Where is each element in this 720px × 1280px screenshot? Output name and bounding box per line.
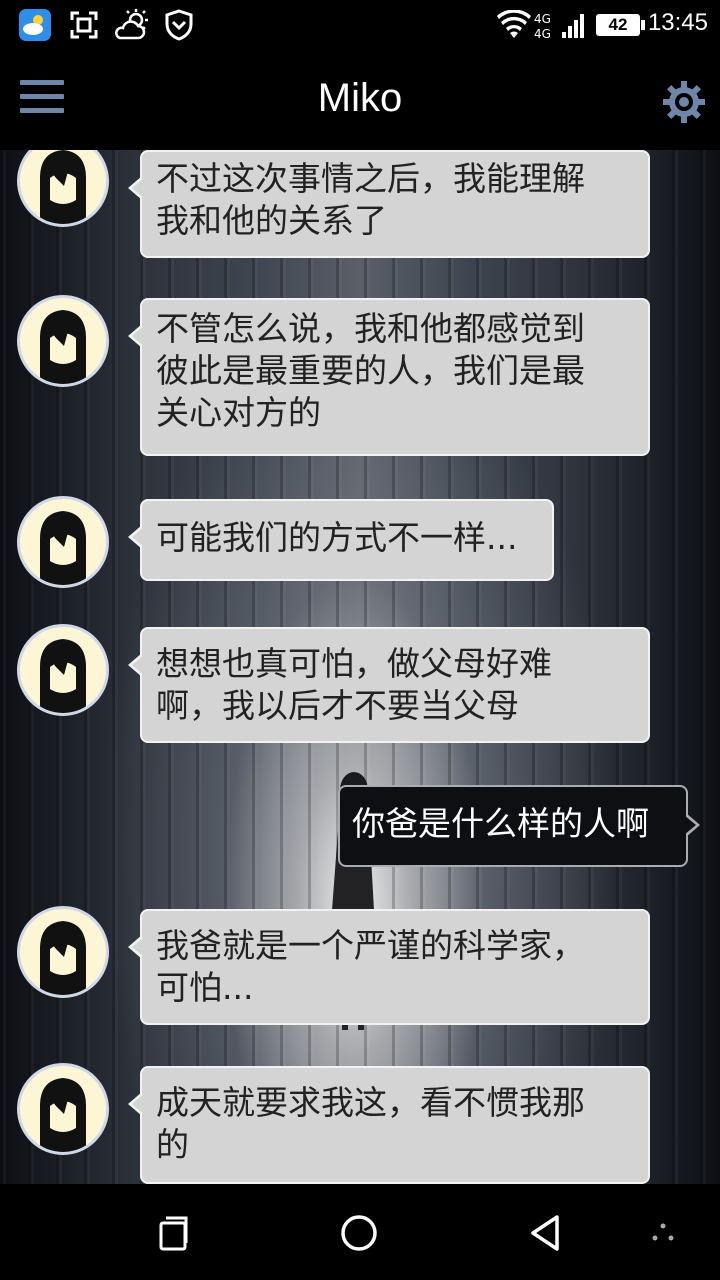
- signal-icon: 4G 4G: [534, 8, 588, 42]
- message-line: 的: [156, 1125, 189, 1164]
- chat-area[interactable]: 不过这次事情之后，我能理解 我和他的关系了 不管怎么说，我和他都感觉到 彼此是最…: [0, 150, 720, 1184]
- more-dots-icon[interactable]: [638, 1208, 688, 1258]
- message-line: 想想也真可怕，做父母好难: [156, 644, 552, 683]
- svg-text:4G: 4G: [534, 27, 551, 40]
- message-line: 不管怎么说，我和他都感觉到: [156, 309, 585, 348]
- avatar[interactable]: [17, 624, 109, 716]
- back-icon[interactable]: [520, 1208, 570, 1258]
- message-bubble[interactable]: 不过这次事情之后，我能理解 我和他的关系了: [128, 150, 650, 258]
- home-icon[interactable]: [334, 1208, 384, 1258]
- message-line: 不过这次事情之后，我能理解: [156, 159, 585, 198]
- message-line: 我和他的关系了: [156, 201, 387, 240]
- message-line: 啊，我以后才不要当父母: [156, 686, 519, 725]
- message-line: 可怕...: [156, 968, 254, 1007]
- weather-app-icon: [18, 8, 52, 42]
- message-line: 我爸就是一个严谨的科学家，: [156, 926, 585, 965]
- message-bubble[interactable]: 成天就要求我这，看不惯我那 的: [128, 1066, 650, 1184]
- message-line: 你爸是什么样的人啊: [352, 804, 649, 843]
- message-line: 关心对方的: [156, 393, 321, 432]
- avatar[interactable]: [17, 1063, 109, 1155]
- message-bubble[interactable]: 我爸就是一个严谨的科学家， 可怕...: [128, 909, 650, 1025]
- page-title: Miko: [317, 76, 403, 120]
- svg-text:4G: 4G: [534, 12, 551, 26]
- message-bubble[interactable]: 不管怎么说，我和他都感觉到 彼此是最重要的人，我们是最 关心对方的: [128, 298, 650, 456]
- scan-icon: [68, 8, 100, 42]
- weather-sun-cloud-icon: [112, 8, 152, 42]
- wifi-icon: [497, 8, 531, 42]
- message-line: 成天就要求我这，看不惯我那: [156, 1083, 585, 1122]
- shield-icon: [164, 8, 194, 42]
- navigation-bar: [0, 1184, 720, 1280]
- avatar[interactable]: [17, 295, 109, 387]
- clock: 13:45: [647, 9, 708, 36]
- user-message-bubble[interactable]: 你爸是什么样的人啊: [338, 785, 700, 867]
- status-bar: 4G 4G 42 13:45: [0, 0, 720, 50]
- app-header: Miko: [0, 50, 720, 150]
- avatar[interactable]: [17, 496, 109, 588]
- avatar[interactable]: [17, 906, 109, 998]
- message-bubble[interactable]: 可能我们的方式不一样...: [128, 499, 554, 581]
- message-line: 可能我们的方式不一样...: [156, 518, 518, 557]
- battery-indicator: 42: [596, 14, 645, 36]
- recents-icon[interactable]: [148, 1208, 198, 1258]
- message-bubble[interactable]: 想想也真可怕，做父母好难 啊，我以后才不要当父母: [128, 627, 650, 743]
- gear-icon[interactable]: [662, 80, 706, 124]
- message-line: 彼此是最重要的人，我们是最: [156, 351, 585, 390]
